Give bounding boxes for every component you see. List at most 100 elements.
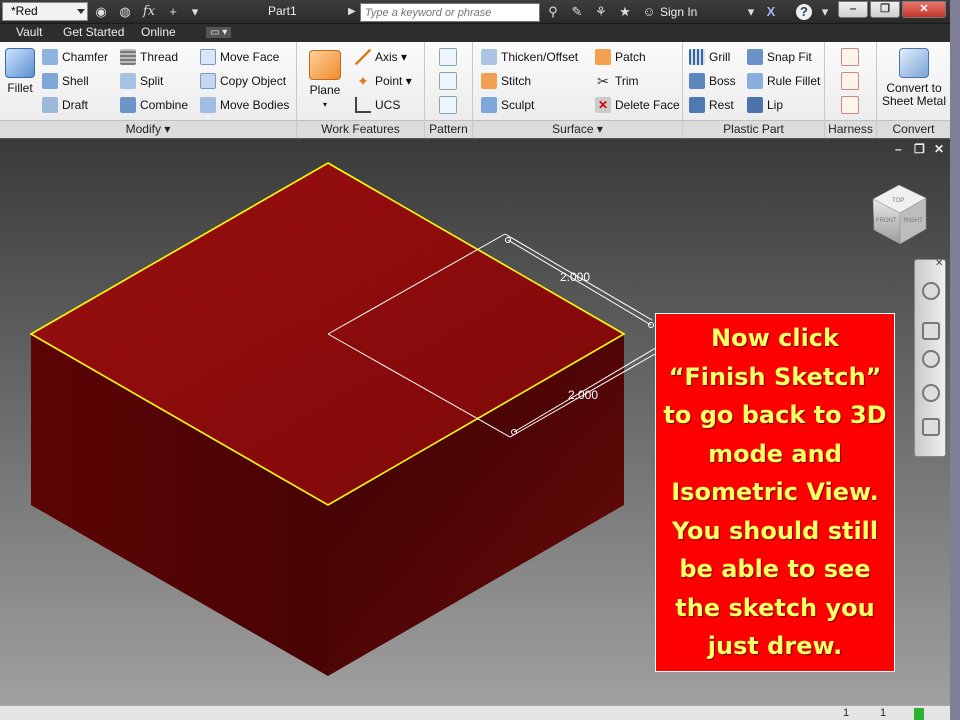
draft-button[interactable]: Draft (42, 96, 88, 114)
customize-qat-icon[interactable]: ▾ (186, 3, 204, 21)
plane-dropdown-icon: ▾ (322, 100, 327, 109)
exchange-x-icon[interactable]: X (762, 3, 780, 21)
trim-button[interactable]: ✂ Trim (595, 72, 638, 90)
circular-pattern-icon[interactable] (439, 72, 457, 90)
fillet-button[interactable]: Fillet (4, 48, 36, 95)
tab-get-started[interactable]: Get Started (63, 25, 124, 39)
thicken-offset-button[interactable]: Thicken/Offset (481, 48, 578, 66)
boss-button[interactable]: Boss (689, 72, 736, 90)
zoom-icon[interactable] (922, 350, 940, 368)
move-bodies-icon (200, 97, 216, 113)
material-dropdown[interactable]: *Red (2, 2, 88, 21)
rest-button[interactable]: Rest (689, 96, 734, 114)
sculpt-label: Sculpt (501, 98, 535, 112)
fx-parameters-button[interactable]: fx (140, 3, 158, 21)
steering-wheel-icon[interactable] (922, 282, 940, 300)
patch-icon (595, 49, 611, 65)
chamfer-button[interactable]: Chamfer (42, 48, 108, 66)
panel-label-pattern: Pattern (425, 120, 472, 138)
binoculars-icon[interactable]: ⚲ (544, 3, 562, 21)
convert-label-line1: Convert to (886, 81, 942, 95)
move-face-button[interactable]: Move Face (200, 48, 279, 66)
viewcube[interactable]: TOP FRONT RIGHT (872, 184, 927, 245)
axis-button[interactable]: Axis ▾ (355, 48, 407, 66)
panel-plastic-part: Grill Boss Rest Snap Fit Rule Fillet Lip… (683, 42, 825, 138)
appearance-icon[interactable]: ◉ (92, 3, 110, 21)
thicken-offset-label: Thicken/Offset (501, 50, 579, 64)
point-button[interactable]: ✦ Point ▾ (355, 72, 412, 90)
dimension-label-top[interactable]: 2.000 (560, 270, 590, 284)
callout-line: be able to see (679, 555, 871, 583)
grill-button[interactable]: Grill (689, 48, 730, 66)
favorites-star-icon[interactable]: ★ (616, 3, 634, 21)
shell-icon (42, 73, 58, 89)
sign-in-dropdown-icon[interactable]: ▾ (742, 3, 760, 21)
close-button[interactable]: ✕ (902, 1, 946, 18)
ucs-label: UCS (375, 98, 401, 112)
plane-icon (309, 50, 341, 80)
draft-label: Draft (62, 98, 89, 112)
rest-icon (689, 97, 705, 113)
split-icon (120, 73, 136, 89)
sheet-metal-icon (899, 48, 929, 78)
split-label: Split (140, 74, 164, 88)
panel-options-icon[interactable]: ▭ ▾ (206, 27, 232, 38)
minimize-button[interactable]: ‒ (838, 1, 868, 18)
clear-appearance-icon[interactable]: ◍ (116, 3, 134, 21)
plane-button[interactable]: Plane ▾ (305, 50, 345, 111)
look-at-icon[interactable] (922, 418, 940, 436)
harness-icon-1[interactable] (841, 48, 859, 66)
split-button[interactable]: Split (120, 72, 163, 90)
restore-button[interactable]: ❐ (870, 1, 900, 18)
help-dropdown-icon[interactable]: ▾ (816, 3, 834, 21)
panel-modify: Fillet Chamfer Shell Draft Thread Split … (0, 42, 297, 138)
sculpt-button[interactable]: Sculpt (481, 96, 534, 114)
patch-button[interactable]: Patch (595, 48, 646, 66)
copy-object-icon (200, 73, 216, 89)
add-icon[interactable]: + (164, 3, 182, 21)
lip-button[interactable]: Lip (747, 96, 783, 114)
orbit-icon[interactable] (922, 384, 940, 402)
copy-object-button[interactable]: Copy Object (200, 72, 286, 90)
axis-icon (355, 49, 371, 65)
trim-scissors-icon: ✂ (597, 73, 609, 89)
fillet-label: Fillet (7, 81, 33, 95)
rectangular-pattern-icon[interactable] (439, 48, 457, 66)
mirror-icon[interactable] (439, 96, 457, 114)
callout-line: Now click (711, 324, 839, 352)
help-icon[interactable]: ? (796, 4, 812, 20)
panel-label-modify[interactable]: Modify ▾ (0, 120, 296, 138)
shell-button[interactable]: Shell (42, 72, 89, 90)
tab-online[interactable]: Online (141, 25, 176, 39)
rule-fillet-button[interactable]: Rule Fillet (747, 72, 820, 90)
wrench-icon[interactable]: ✎ (568, 3, 586, 21)
thread-button[interactable]: Thread (120, 48, 178, 66)
harness-icon-2[interactable] (841, 72, 859, 90)
expand-search-icon[interactable]: ▶ (348, 4, 358, 20)
status-bar: 1 1 (0, 705, 950, 720)
panel-convert: Convert to Sheet Metal Convert (877, 42, 950, 138)
callout-line: mode and (708, 439, 842, 468)
move-bodies-button[interactable]: Move Bodies (200, 96, 289, 114)
convert-to-sheet-metal-button[interactable]: Convert to Sheet Metal (881, 48, 947, 108)
combine-button[interactable]: Combine (120, 96, 188, 114)
thicken-offset-icon (481, 49, 497, 65)
delete-face-button[interactable]: ✕ Delete Face (595, 96, 680, 114)
search-input[interactable] (360, 3, 540, 22)
panel-label-surface[interactable]: Surface ▾ (473, 120, 682, 138)
satellite-icon[interactable]: ⚘ (592, 3, 610, 21)
stitch-button[interactable]: Stitch (481, 72, 531, 90)
harness-icon-3[interactable] (841, 96, 859, 114)
status-count-2: 1 (880, 707, 887, 719)
pan-icon[interactable] (922, 322, 940, 340)
rest-label: Rest (709, 98, 734, 112)
graphics-viewport[interactable]: – ❐ ✕ 2.000 2.000 TOP FRONT RIGHT ✕ Now … (0, 139, 950, 705)
thread-icon (120, 49, 136, 65)
tab-vault[interactable]: Vault (16, 25, 42, 39)
sign-in-link[interactable]: Sign In (660, 5, 697, 19)
snap-fit-button[interactable]: Snap Fit (747, 48, 812, 66)
convert-label-line2: Sheet Metal (881, 94, 947, 108)
nav-bar-close-icon[interactable]: ✕ (935, 258, 943, 269)
ucs-button[interactable]: UCS (355, 96, 400, 114)
dimension-label-bottom[interactable]: 2.000 (568, 388, 598, 402)
